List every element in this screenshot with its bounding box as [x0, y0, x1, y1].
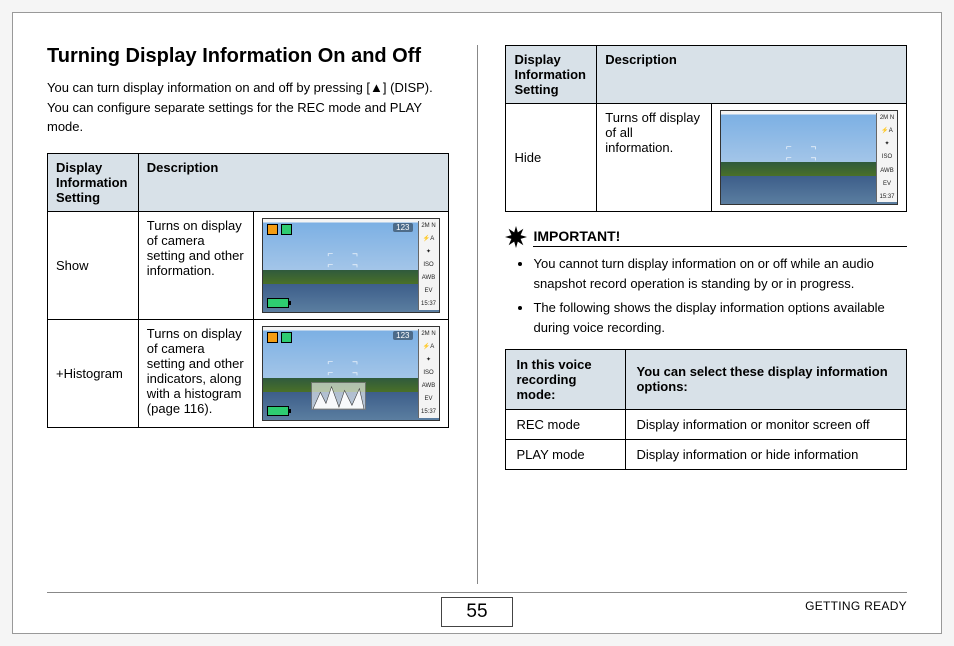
th-description: Description	[597, 46, 907, 104]
thumb-histogram: 123 ⌐ ¬⌐ ¬ 2M N ⚡A ✦ ISO	[253, 319, 448, 427]
page-heading: Turning Display Information On and Off	[47, 45, 449, 68]
right-column: Display Information Setting Description …	[505, 45, 907, 584]
status-icon	[281, 224, 292, 235]
page-number: 55	[441, 597, 512, 627]
lcd-sidebar: 2M N ⚡A ✦ ISO AWB EV 15:37	[876, 113, 897, 202]
shot-count: 123	[393, 331, 412, 340]
shot-count: 123	[393, 223, 412, 232]
setting-show: Show	[48, 211, 139, 319]
th-setting: Display Information Setting	[506, 46, 597, 104]
mode-icon	[267, 332, 278, 343]
intro-paragraph: You can turn display information on and …	[47, 78, 449, 137]
status-icon	[281, 332, 292, 343]
column-divider	[477, 45, 478, 584]
two-column-layout: Turning Display Information On and Off Y…	[47, 45, 907, 584]
left-column: Turning Display Information On and Off Y…	[47, 45, 449, 584]
th-setting: Display Information Setting	[48, 153, 139, 211]
battery-icon	[267, 298, 289, 308]
section-label: GETTING READY	[805, 599, 907, 613]
starburst-icon	[505, 226, 527, 248]
thumb-hide: ⌐ ¬⌐ ¬ 2M N ⚡A ✦ ISO AWB EV 15:37	[712, 104, 907, 212]
voice-mode-play: PLAY mode	[506, 439, 626, 469]
focus-marks-icon: ⌐ ¬⌐ ¬	[327, 357, 365, 379]
thumb-show: 123 ⌐ ¬⌐ ¬ 2M N ⚡A ✦ ISO AWB EV	[253, 211, 448, 319]
voice-opts-play: Display information or hide information	[626, 439, 907, 469]
lcd-sidebar: 2M N ⚡A ✦ ISO AWB EV 15:37	[418, 221, 439, 310]
mode-icon	[267, 224, 278, 235]
focus-marks-icon: ⌐ ¬⌐ ¬	[327, 249, 365, 271]
desc-hide: Turns off display of all information.	[597, 104, 712, 212]
lcd-preview-histogram: 123 ⌐ ¬⌐ ¬ 2M N ⚡A ✦ ISO	[262, 326, 440, 421]
display-settings-table-left: Display Information Setting Description …	[47, 153, 449, 428]
voice-recording-table: In this voice recording mode: You can se…	[505, 349, 907, 470]
histogram-icon	[311, 382, 366, 410]
page-footer: 55 GETTING READY	[47, 592, 907, 627]
note-item: The following shows the display informat…	[533, 298, 907, 338]
important-notes: You cannot turn display information on o…	[505, 254, 907, 339]
voice-opts-rec: Display information or monitor screen of…	[626, 409, 907, 439]
desc-histogram: Turns on display of camera setting and o…	[138, 319, 253, 427]
important-header: IMPORTANT!	[505, 226, 907, 248]
voice-mode-rec: REC mode	[506, 409, 626, 439]
th-description: Description	[138, 153, 448, 211]
lcd-preview-show: 123 ⌐ ¬⌐ ¬ 2M N ⚡A ✦ ISO AWB EV	[262, 218, 440, 313]
battery-icon	[267, 406, 289, 416]
lcd-sidebar: 2M N ⚡A ✦ ISO AWB EV 15:37	[418, 329, 439, 418]
lcd-preview-hide: ⌐ ¬⌐ ¬ 2M N ⚡A ✦ ISO AWB EV 15:37	[720, 110, 898, 205]
th-voice-mode: In this voice recording mode:	[506, 349, 626, 409]
manual-page: Turning Display Information On and Off Y…	[12, 12, 942, 634]
note-item: You cannot turn display information on o…	[533, 254, 907, 294]
setting-hide: Hide	[506, 104, 597, 212]
th-voice-options: You can select these display information…	[626, 349, 907, 409]
important-label: IMPORTANT!	[533, 228, 907, 247]
display-settings-table-right: Display Information Setting Description …	[505, 45, 907, 212]
setting-histogram: +Histogram	[48, 319, 139, 427]
desc-show: Turns on display of camera setting and o…	[138, 211, 253, 319]
focus-marks-icon: ⌐ ¬⌐ ¬	[786, 142, 824, 164]
